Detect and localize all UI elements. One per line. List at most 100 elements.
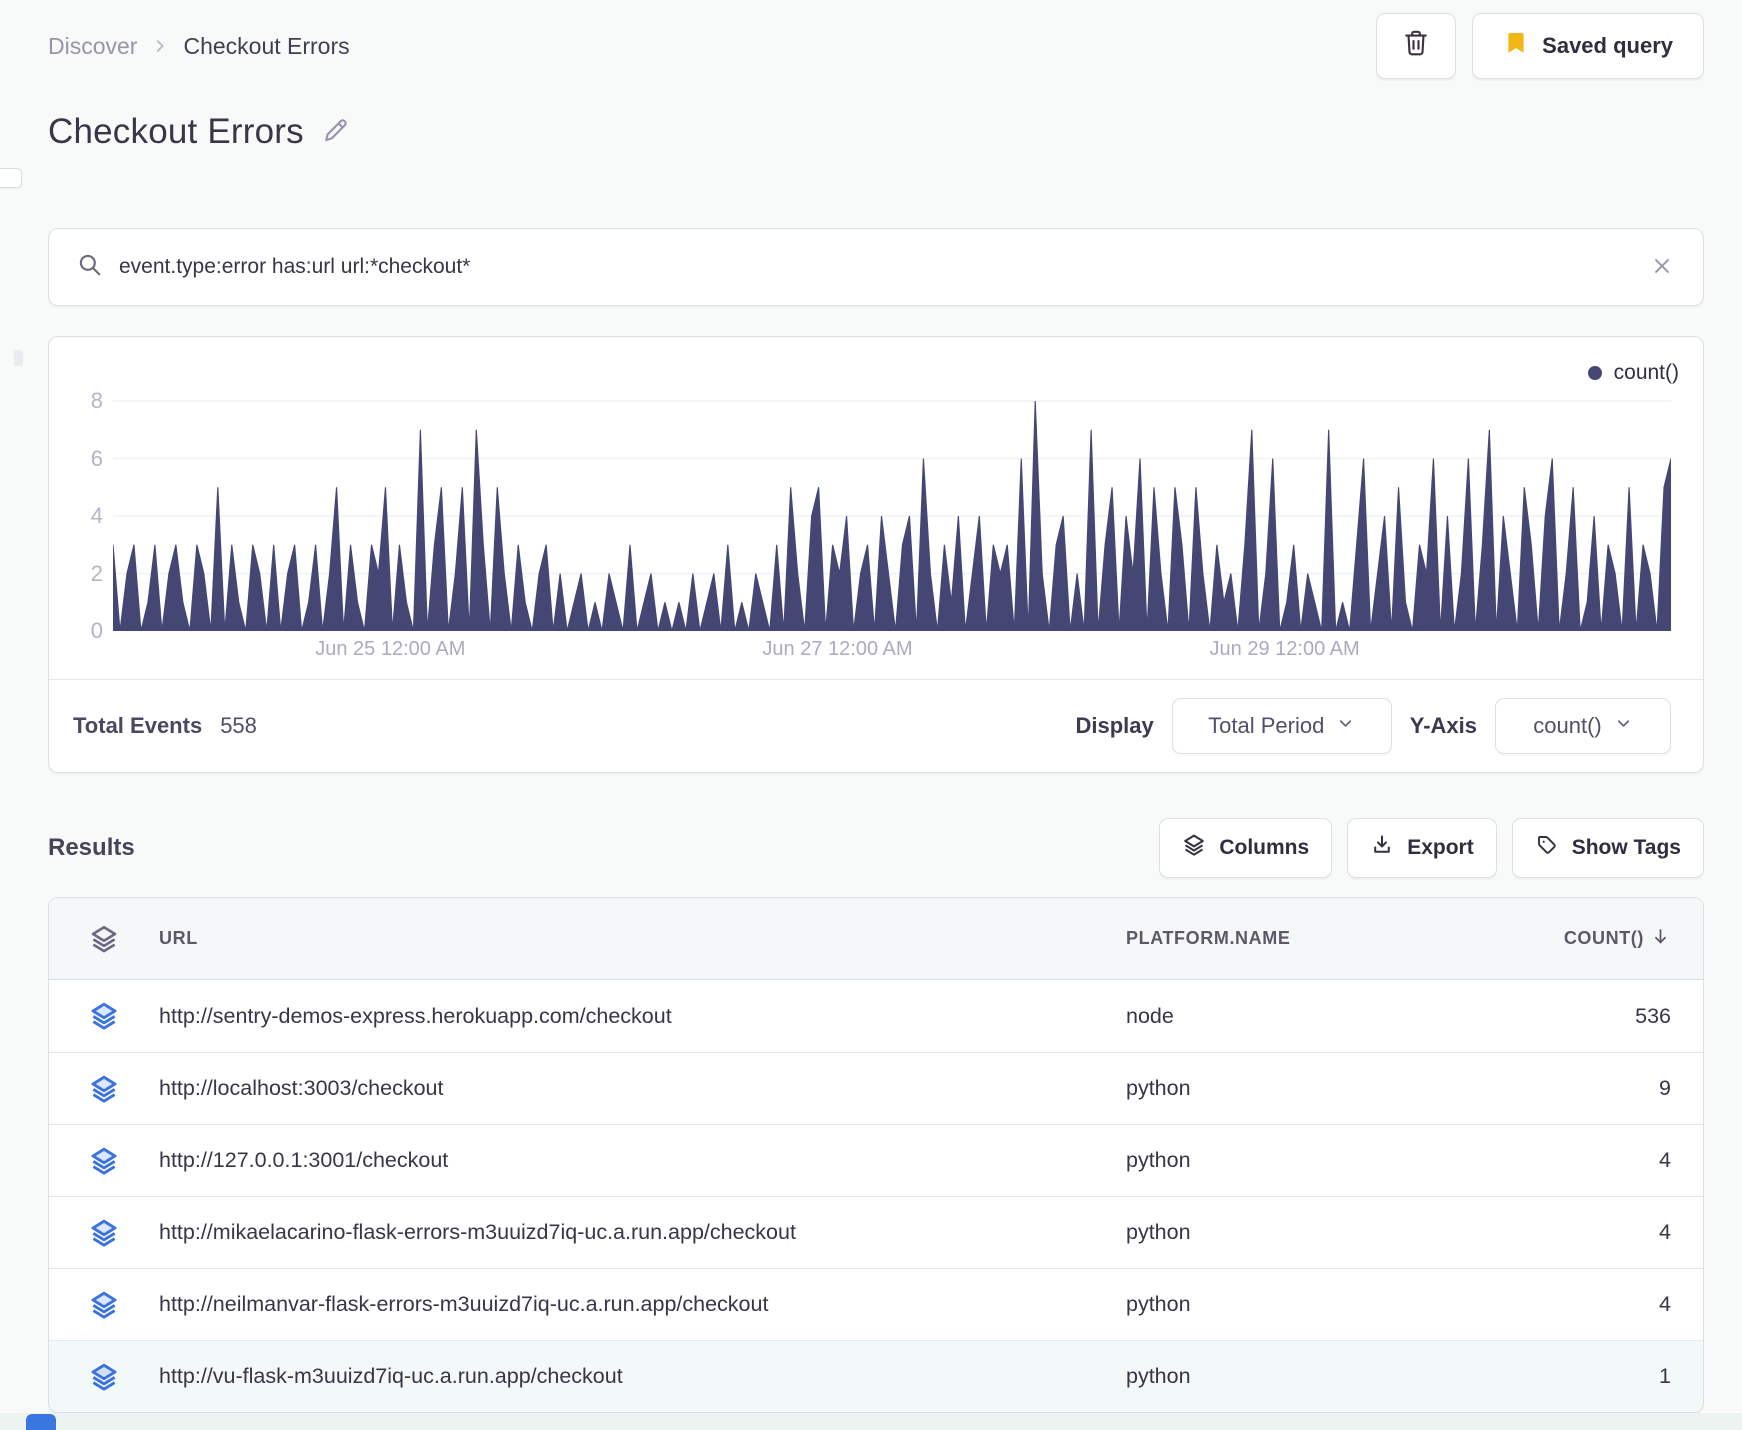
chevron-down-icon [1614, 713, 1633, 739]
count-cell[interactable]: 536 [1546, 1004, 1671, 1029]
yaxis-dropdown-value: count() [1533, 713, 1602, 738]
chart-legend: count() [73, 353, 1679, 393]
platform-cell[interactable]: python [1126, 1076, 1546, 1101]
platform-cell[interactable]: python [1126, 1292, 1546, 1317]
yaxis-dropdown[interactable]: count() [1495, 698, 1671, 754]
tag-icon [1535, 833, 1559, 863]
show-tags-button[interactable]: Show Tags [1511, 818, 1704, 878]
table-row: http://neilmanvar-flask-errors-m3uuizd7i… [49, 1268, 1703, 1340]
column-header-url[interactable]: URL [159, 928, 1126, 949]
title-row: Checkout Errors [48, 108, 1704, 156]
collapsed-sidebar-handle[interactable] [0, 168, 22, 188]
platform-cell[interactable]: python [1126, 1148, 1546, 1173]
breadcrumb-chevron-icon [151, 37, 169, 55]
delete-query-button[interactable] [1376, 13, 1457, 79]
results-buttons: Columns Export Show Tags [1159, 818, 1704, 878]
header-actions: Saved query [1376, 13, 1704, 79]
chevron-down-icon [1336, 713, 1355, 739]
y-axis-tick: 0 [90, 618, 103, 643]
table-row: http://vu-flask-m3uuizd7iq-uc.a.run.app/… [49, 1340, 1703, 1412]
y-axis-tick: 6 [90, 445, 103, 471]
table-header: URL PLATFORM.NAME COUNT() [49, 898, 1703, 980]
results-heading: Results [48, 834, 135, 861]
search-icon [77, 252, 103, 283]
total-events-label: Total Events [73, 713, 203, 738]
column-header-count[interactable]: COUNT() [1546, 926, 1671, 952]
y-axis-tick: 4 [90, 503, 103, 528]
search-input[interactable] [119, 255, 1635, 279]
row-stack-icon[interactable] [89, 1001, 159, 1031]
display-dropdown[interactable]: Total Period [1171, 698, 1392, 754]
bottom-left-widget[interactable] [26, 1414, 56, 1430]
url-cell[interactable]: http://mikaelacarino-flask-errors-m3uuiz… [159, 1220, 1126, 1245]
edit-title-button[interactable] [320, 116, 350, 149]
x-axis-label: Jun 27 12:00 AM [762, 638, 913, 660]
y-axis-tick: 8 [90, 388, 103, 413]
url-cell[interactable]: http://localhost:3003/checkout [159, 1076, 1126, 1101]
url-cell[interactable]: http://127.0.0.1:3001/checkout [159, 1148, 1126, 1173]
row-stack-icon[interactable] [89, 1218, 159, 1248]
chart-footer: Total Events 558 Display Total Period Y-… [73, 680, 1679, 772]
export-button[interactable]: Export [1347, 818, 1497, 878]
count-cell[interactable]: 4 [1546, 1148, 1671, 1173]
area-chart-svg [113, 400, 1671, 631]
x-axis-label: Jun 29 12:00 AM [1209, 638, 1360, 660]
count-cell[interactable]: 1 [1546, 1364, 1671, 1389]
breadcrumb: Discover Checkout Errors [48, 33, 350, 60]
columns-button[interactable]: Columns [1159, 818, 1333, 878]
close-icon [1651, 255, 1673, 280]
show-tags-button-label: Show Tags [1571, 836, 1681, 859]
url-cell[interactable]: http://vu-flask-m3uuizd7iq-uc.a.run.app/… [159, 1364, 1126, 1389]
results-table: URL PLATFORM.NAME COUNT() http://sentry-… [48, 897, 1704, 1413]
trash-icon [1401, 28, 1431, 64]
row-stack-icon[interactable] [89, 1146, 159, 1176]
table-row: http://sentry-demos-express.herokuapp.co… [49, 980, 1703, 1052]
count-cell[interactable]: 9 [1546, 1076, 1671, 1101]
legend-label: count() [1613, 361, 1679, 384]
breadcrumb-discover-link[interactable]: Discover [48, 33, 137, 60]
row-stack-icon[interactable] [89, 1362, 159, 1392]
export-button-label: Export [1407, 836, 1474, 859]
y-axis-tick: 2 [90, 560, 103, 586]
discover-page: Discover Checkout Errors Saved query Che… [48, 0, 1704, 1413]
download-icon [1370, 833, 1394, 863]
saved-query-button[interactable]: Saved query [1472, 13, 1704, 79]
table-row: http://localhost:3003/checkout python 9 [49, 1052, 1703, 1124]
edge-scroll-nub [14, 350, 23, 366]
chart-plot: 0 2 4 6 8 [91, 388, 1671, 643]
column-header-count-label: COUNT() [1563, 928, 1644, 948]
total-events-value: 558 [220, 713, 257, 738]
total-events: Total Events 558 [73, 713, 257, 739]
columns-button-label: Columns [1219, 836, 1310, 859]
breadcrumb-current: Checkout Errors [183, 32, 350, 59]
x-axis-labels: Jun 25 12:00 AM Jun 27 12:00 AM Jun 29 12:… [113, 631, 1671, 667]
row-stack-icon[interactable] [89, 1074, 159, 1104]
yaxis-label: Y-Axis [1409, 713, 1477, 738]
legend-dot [1587, 366, 1602, 380]
page-title: Checkout Errors [48, 112, 304, 151]
results-row: Results Columns Export Show Tags [48, 817, 1704, 879]
page-header: Discover Checkout Errors Saved query [48, 0, 1704, 79]
url-cell[interactable]: http://sentry-demos-express.herokuapp.co… [159, 1004, 1126, 1029]
platform-cell[interactable]: python [1126, 1220, 1546, 1245]
row-stack-icon[interactable] [89, 1290, 159, 1320]
stack-icon[interactable] [89, 924, 159, 954]
search-bar [48, 228, 1704, 306]
url-cell[interactable]: http://neilmanvar-flask-errors-m3uuizd7i… [159, 1292, 1126, 1317]
platform-cell[interactable]: python [1126, 1364, 1546, 1389]
display-label: Display [1075, 713, 1154, 738]
legend-item-count[interactable]: count() [1587, 361, 1679, 385]
sort-desc-icon [1650, 926, 1671, 952]
display-dropdown-value: Total Period [1208, 713, 1325, 738]
count-cell[interactable]: 4 [1546, 1220, 1671, 1245]
column-header-platform[interactable]: PLATFORM.NAME [1126, 928, 1546, 949]
count-cell[interactable]: 4 [1546, 1292, 1671, 1317]
platform-cell[interactable]: node [1126, 1004, 1546, 1029]
table-row: http://mikaelacarino-flask-errors-m3uuiz… [49, 1196, 1703, 1268]
table-body: http://sentry-demos-express.herokuapp.co… [49, 980, 1703, 1412]
bookmark-icon [1503, 30, 1529, 62]
chart-controls: Display Total Period Y-Axis count() [1075, 698, 1671, 754]
x-axis-label: Jun 25 12:00 AM [315, 638, 466, 660]
pencil-icon [320, 116, 350, 149]
clear-search-button[interactable] [1651, 255, 1673, 280]
